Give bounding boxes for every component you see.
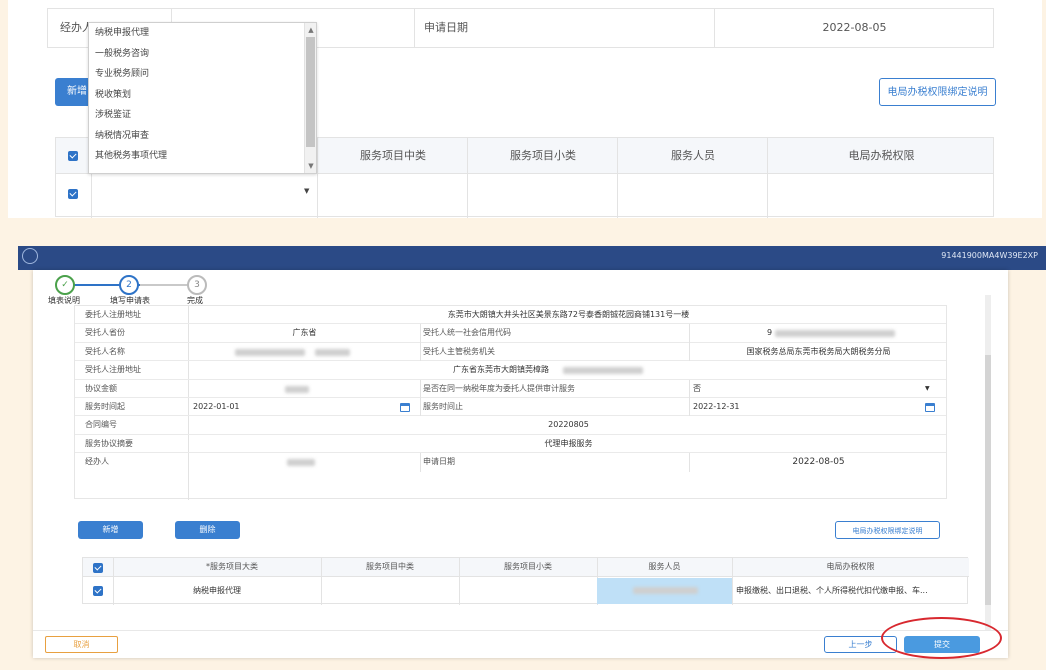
tax-rights-cell: 申报缴税、出口退税、个人所得税代扣代缴申报、车... xyxy=(736,586,928,595)
field-value: 20220805 xyxy=(548,420,589,430)
dropdown-option[interactable]: 纳税申报代理 xyxy=(89,23,316,44)
header-major-category: *服务项目大类 xyxy=(206,562,258,571)
scroll-thumb[interactable] xyxy=(306,37,315,147)
header-service-staff: 服务人员 xyxy=(648,562,681,571)
row-checkbox[interactable] xyxy=(68,189,78,199)
field-value: 广东省东莞市大朗镇莞樟路 xyxy=(453,365,549,375)
chevron-down-icon[interactable]: ▼ xyxy=(925,380,930,398)
header-sub-category: 服务项目小类 xyxy=(504,562,552,571)
field-label: 服务时间起 xyxy=(85,402,125,411)
field-label: 服务时间止 xyxy=(423,402,463,411)
auth-binding-button[interactable]: 电局办税权限绑定说明 xyxy=(835,521,940,539)
service-major-dropdown[interactable]: 纳税申报代理 一般税务咨询 专业税务顾问 税收策划 涉税鉴证 纳税情况审查 其他… xyxy=(88,22,317,174)
field-label: 受托人省份 xyxy=(85,328,125,338)
step-3: 3 xyxy=(187,275,207,295)
dropdown-option[interactable]: 其他税务事项代理 xyxy=(89,146,316,167)
field-value: 东莞市大朗镇大井头社区美景东路72号泰香朗铖花园商铺131号一楼 xyxy=(447,310,690,319)
row-checkbox[interactable] xyxy=(93,586,103,596)
application-form-table: 委托人注册地址 东莞市大朗镇大井头社区美景东路72号泰香朗铖花园商铺131号一楼… xyxy=(74,305,947,500)
app-header-banner: 91441900MA4W39E2XP xyxy=(18,246,1046,270)
delete-button[interactable]: 删除 xyxy=(175,521,240,539)
field-value: 2022-08-05 xyxy=(792,457,845,468)
field-label: 服务协议摘要 xyxy=(85,438,133,448)
annotation-circle xyxy=(881,617,1002,659)
audit-select-value[interactable]: 否 xyxy=(693,380,701,398)
header-service-staff: 服务人员 xyxy=(671,149,715,162)
field-value: 9 xyxy=(767,328,773,338)
dropdown-option[interactable]: 专业税务顾问 xyxy=(89,64,316,85)
date-label: 申请日期 xyxy=(424,21,468,34)
select-all-checkbox[interactable] xyxy=(93,563,103,573)
add-button[interactable]: 新增 xyxy=(78,521,143,539)
header-tax-rights: 电局办税权限 xyxy=(848,149,915,162)
field-label: 委托人注册地址 xyxy=(85,310,141,319)
taxpayer-id: 91441900MA4W39E2XP xyxy=(941,251,1038,260)
major-category-cell[interactable]: 纳税申报代理 xyxy=(113,578,321,604)
end-date-input[interactable]: 2022-12-31 xyxy=(693,398,740,416)
field-label: 受托人统一社会信用代码 xyxy=(423,328,511,338)
redacted xyxy=(287,459,315,467)
field-label: 受托人主管税务机关 xyxy=(423,346,495,356)
date-value: 2022-08-05 xyxy=(822,21,887,34)
scroll-up-icon[interactable]: ▲ xyxy=(306,25,316,35)
dropdown-option[interactable]: 涉税鉴证 xyxy=(89,105,316,126)
dropdown-option[interactable]: 税收策划 xyxy=(89,85,316,106)
cancel-button[interactable]: 取消 xyxy=(45,636,118,653)
field-label: 协议金额 xyxy=(85,383,117,393)
logo-icon xyxy=(22,248,38,264)
step-1-complete-icon: ✓ xyxy=(55,275,75,295)
select-all-checkbox[interactable] xyxy=(68,151,78,161)
redacted xyxy=(315,348,350,356)
field-label: 合同编号 xyxy=(85,420,117,430)
field-label: 是否在同一纳税年度为委托人提供审计服务 xyxy=(423,383,575,393)
service-table-bottom: *服务项目大类 服务项目中类 服务项目小类 服务人员 电局办税权限 纳税申报代理… xyxy=(82,557,969,605)
redacted xyxy=(563,367,643,375)
dropdown-option[interactable]: 一般税务咨询 xyxy=(89,44,316,65)
field-label: 受托人注册地址 xyxy=(85,365,141,375)
scroll-down-icon[interactable]: ▼ xyxy=(306,161,316,171)
redacted xyxy=(285,385,309,393)
dropdown-option[interactable]: 纳税情况审查 xyxy=(89,126,316,147)
field-label: 经办人 xyxy=(85,457,109,467)
field-label: 受托人名称 xyxy=(85,346,125,356)
redacted xyxy=(235,348,305,356)
field-label: 申请日期 xyxy=(423,457,455,467)
chevron-down-icon[interactable]: ▼ xyxy=(304,187,309,195)
redacted xyxy=(633,587,698,594)
redacted xyxy=(775,330,895,338)
start-date-input[interactable]: 2022-01-01 xyxy=(193,398,240,416)
calendar-icon[interactable] xyxy=(400,403,410,412)
auth-binding-button[interactable]: 电局办税权限绑定说明 xyxy=(879,78,996,106)
calendar-icon[interactable] xyxy=(925,403,935,412)
form-scrollbar[interactable] xyxy=(985,295,991,630)
dropdown-scrollbar[interactable]: ▲ ▼ xyxy=(304,23,316,173)
header-tax-rights: 电局办税权限 xyxy=(826,562,875,571)
field-value: 广东省 xyxy=(292,328,317,338)
field-value: 国家税务总局东莞市税务局大朗税务分局 xyxy=(746,346,891,356)
header-mid-category: 服务项目中类 xyxy=(366,562,414,571)
header-sub-category: 服务项目小类 xyxy=(510,149,576,162)
step-2: 2 xyxy=(119,275,139,295)
header-mid-category: 服务项目中类 xyxy=(360,149,426,162)
field-value: 代理申报服务 xyxy=(544,438,593,448)
